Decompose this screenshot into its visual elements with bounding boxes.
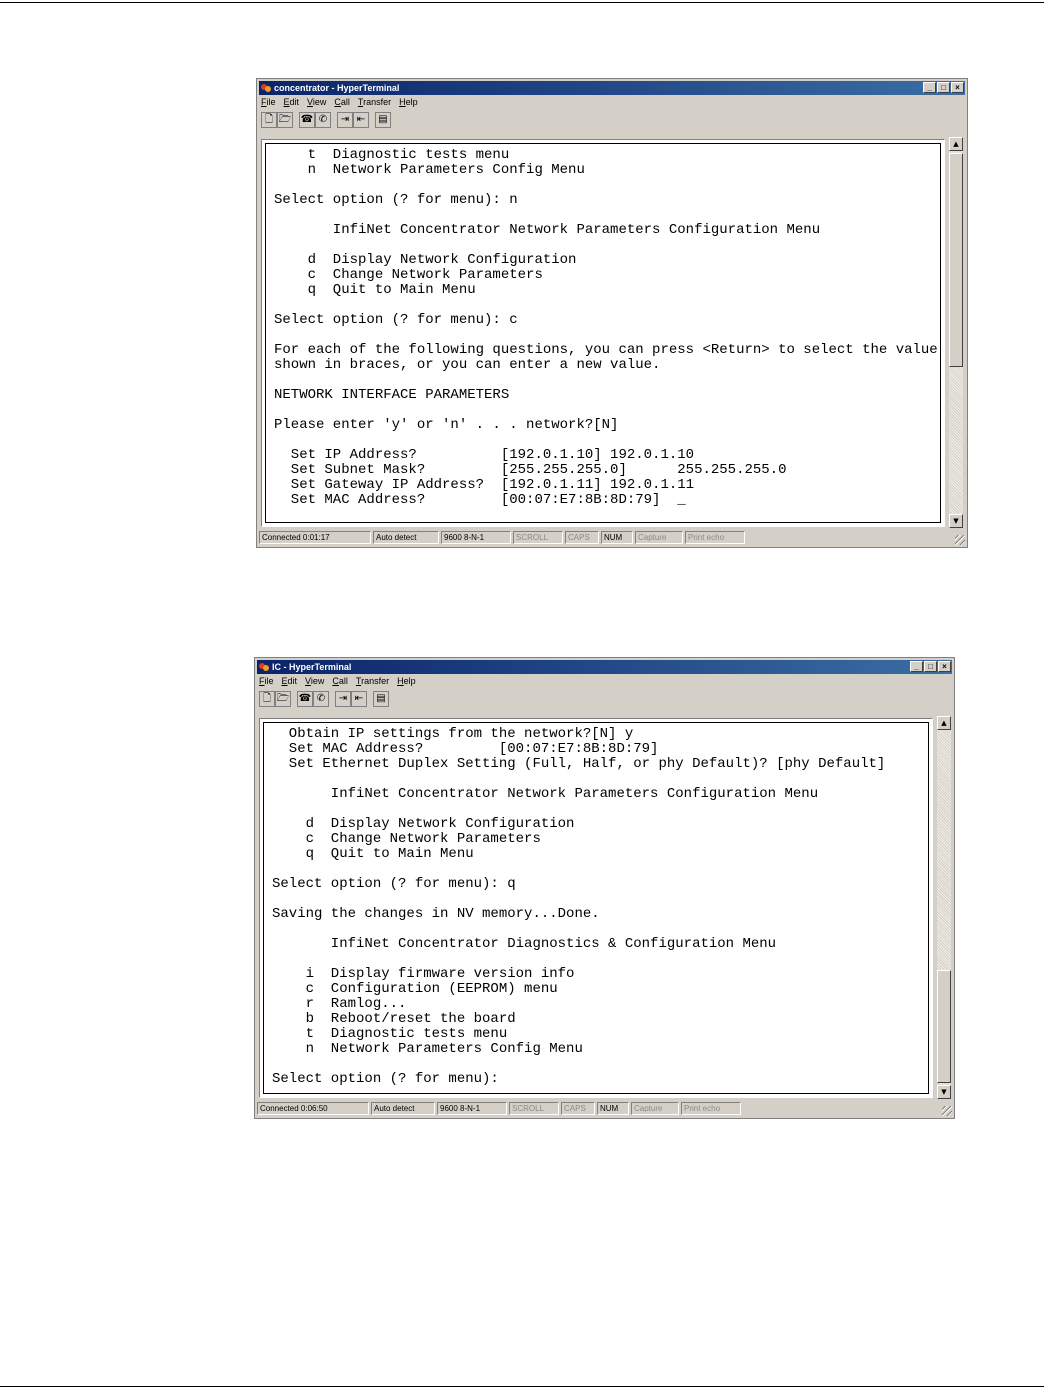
status-scroll: SCROLL — [509, 1102, 559, 1115]
scroll-thumb[interactable] — [949, 153, 963, 367]
hyperterminal-icon — [259, 663, 269, 671]
resize-grip-icon[interactable] — [955, 535, 965, 545]
terminal-area[interactable]: t Diagnostic tests menu n Network Parame… — [261, 139, 945, 527]
terminal-text: t Diagnostic tests menu n Network Parame… — [274, 147, 938, 508]
call-phone-icon[interactable]: ☎ — [297, 691, 313, 707]
menu-edit[interactable]: Edit — [284, 96, 300, 108]
menu-help[interactable]: Help — [399, 96, 418, 108]
menu-view[interactable]: View — [307, 96, 326, 108]
maximize-button[interactable]: □ — [924, 661, 937, 672]
toolbar: 🗋 🗁 ☎ ✆ ⇥ ⇤ ▤ — [259, 690, 395, 708]
menu-file[interactable]: File — [261, 96, 276, 108]
send-file-icon[interactable]: ⇥ — [335, 691, 351, 707]
menu-view[interactable]: View — [305, 675, 324, 687]
toolbar: 🗋 🗁 ☎ ✆ ⇥ ⇤ ▤ — [261, 111, 397, 129]
status-capture: Capture — [635, 531, 683, 544]
status-connected-time: Connected 0:06:50 — [257, 1102, 369, 1115]
close-button[interactable]: × — [938, 661, 951, 672]
properties-icon[interactable]: ▤ — [375, 112, 391, 128]
status-port-settings: 9600 8-N-1 — [437, 1102, 507, 1115]
window-title: IC - HyperTerminal — [272, 662, 352, 672]
status-num: NUM — [597, 1102, 629, 1115]
scroll-up-button[interactable]: ▲ — [937, 716, 951, 730]
menu-call[interactable]: Call — [334, 96, 350, 108]
status-capture: Capture — [631, 1102, 679, 1115]
open-folder-icon[interactable]: 🗁 — [277, 112, 293, 128]
status-caps: CAPS — [561, 1102, 595, 1115]
hyperterminal-icon — [261, 84, 271, 92]
maximize-button[interactable]: □ — [937, 82, 950, 93]
status-port-settings: 9600 8-N-1 — [441, 531, 511, 544]
minimize-button[interactable]: _ — [910, 661, 923, 672]
terminal-area[interactable]: Obtain IP settings from the network?[N] … — [259, 718, 933, 1098]
hyperterminal-window-concentrator: concentrator - HyperTerminal _ □ × File … — [256, 78, 968, 548]
status-bar: Connected 0:01:17 Auto detect 9600 8-N-1… — [259, 531, 965, 544]
menu-transfer[interactable]: Transfer — [358, 96, 391, 108]
menu-transfer[interactable]: Transfer — [356, 675, 389, 687]
menu-bar: File Edit View Call Transfer Help — [261, 96, 418, 108]
new-connection-icon[interactable]: 🗋 — [261, 112, 277, 128]
scroll-thumb[interactable] — [937, 970, 951, 1083]
receive-file-icon[interactable]: ⇤ — [351, 691, 367, 707]
status-connected-time: Connected 0:01:17 — [259, 531, 371, 544]
minimize-button[interactable]: _ — [923, 82, 936, 93]
properties-icon[interactable]: ▤ — [373, 691, 389, 707]
status-bar: Connected 0:06:50 Auto detect 9600 8-N-1… — [257, 1102, 952, 1115]
status-scroll: SCROLL — [513, 531, 563, 544]
resize-grip-icon[interactable] — [942, 1106, 952, 1116]
call-phone-icon[interactable]: ☎ — [299, 112, 315, 128]
status-num: NUM — [601, 531, 633, 544]
send-file-icon[interactable]: ⇥ — [337, 112, 353, 128]
status-print-echo: Print echo — [685, 531, 745, 544]
new-connection-icon[interactable]: 🗋 — [259, 691, 275, 707]
scroll-up-button[interactable]: ▲ — [949, 137, 963, 151]
terminal-screen: t Diagnostic tests menu n Network Parame… — [265, 143, 941, 523]
status-print-echo: Print echo — [681, 1102, 741, 1115]
vertical-scrollbar[interactable]: ▲ ▼ — [937, 716, 951, 1099]
menu-bar: File Edit View Call Transfer Help — [259, 675, 416, 687]
title-bar[interactable]: concentrator - HyperTerminal _ □ × — [259, 81, 965, 95]
top-rule — [0, 2, 1044, 3]
hyperterminal-window-ic: IC - HyperTerminal _ □ × File Edit View … — [254, 657, 955, 1119]
receive-file-icon[interactable]: ⇤ — [353, 112, 369, 128]
menu-edit[interactable]: Edit — [282, 675, 298, 687]
status-caps: CAPS — [565, 531, 599, 544]
scroll-down-button[interactable]: ▼ — [949, 514, 963, 528]
scroll-down-button[interactable]: ▼ — [937, 1085, 951, 1099]
window-title: concentrator - HyperTerminal — [274, 83, 400, 93]
disconnect-phone-icon[interactable]: ✆ — [313, 691, 329, 707]
bottom-rule — [0, 1386, 1044, 1387]
terminal-screen: Obtain IP settings from the network?[N] … — [263, 722, 929, 1094]
status-auto-detect: Auto detect — [371, 1102, 435, 1115]
menu-file[interactable]: File — [259, 675, 274, 687]
disconnect-phone-icon[interactable]: ✆ — [315, 112, 331, 128]
open-folder-icon[interactable]: 🗁 — [275, 691, 291, 707]
vertical-scrollbar[interactable]: ▲ ▼ — [949, 137, 963, 528]
status-auto-detect: Auto detect — [373, 531, 439, 544]
terminal-text: Obtain IP settings from the network?[N] … — [272, 726, 886, 1087]
menu-help[interactable]: Help — [397, 675, 416, 687]
title-bar[interactable]: IC - HyperTerminal _ □ × — [257, 660, 952, 674]
menu-call[interactable]: Call — [332, 675, 348, 687]
close-button[interactable]: × — [951, 82, 964, 93]
